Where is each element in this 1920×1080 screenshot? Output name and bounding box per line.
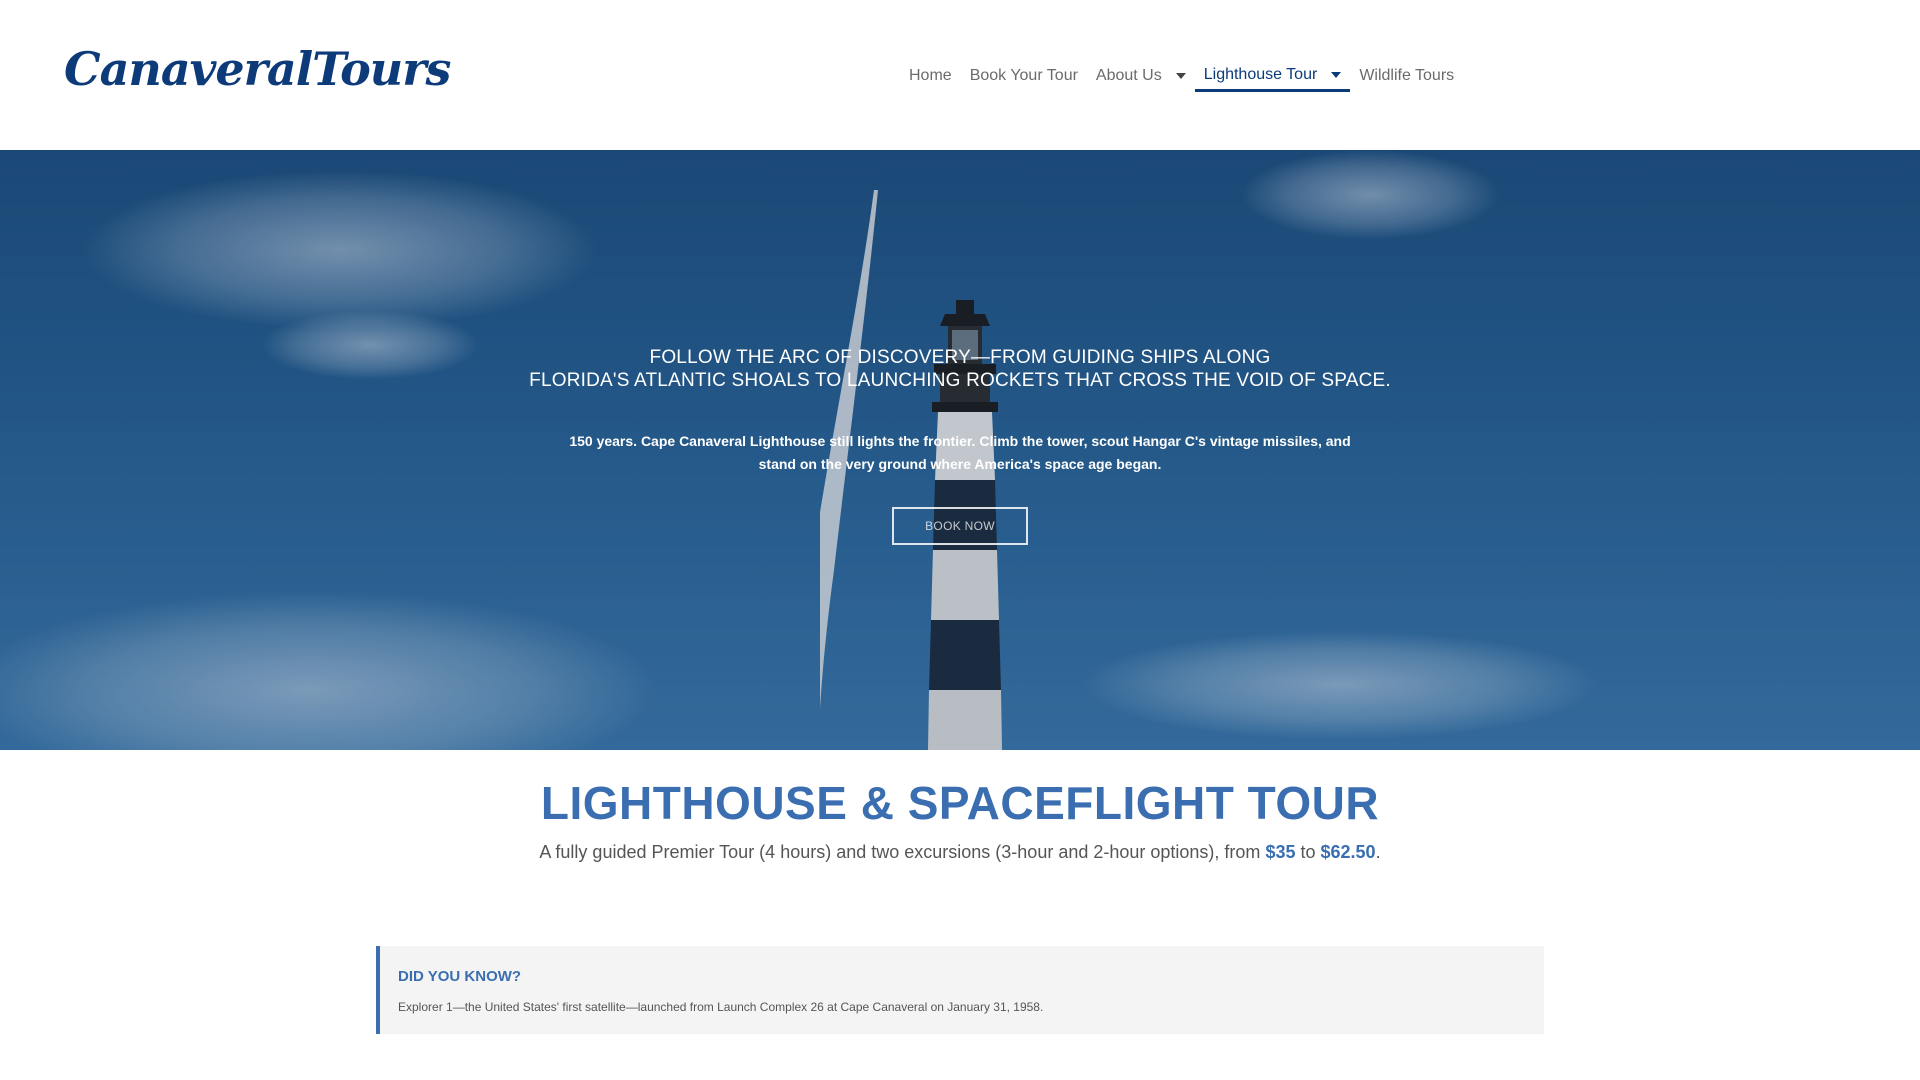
tour-description-mid: to — [1295, 842, 1321, 862]
nav-item-label: Lighthouse Tour — [1203, 65, 1318, 83]
nav-item-about-us[interactable]: About Us — [1087, 60, 1195, 92]
site-header: CanaveralTours Home Book Your Tour About… — [0, 0, 1920, 150]
chevron-down-icon — [1175, 73, 1186, 79]
nav-item-label: About Us — [1095, 67, 1162, 84]
chevron-down-icon — [1331, 71, 1342, 78]
hero-subtext: 150 years. Cape Canaveral Lighthouse sti… — [560, 430, 1360, 476]
nav-item-label: Book Your Tour — [969, 67, 1078, 84]
tour-title: LIGHTHOUSE & SPACEFLIGHT TOUR — [540, 777, 1380, 829]
tour-description-suffix: . — [1375, 842, 1381, 862]
did-you-know-callout: DID YOU KNOW? Explorer 1—the United Stat… — [376, 946, 1544, 1034]
callout-text: Explorer 1—the United States' first sate… — [398, 1000, 1044, 1014]
hero-headline-line: FLORIDA'S ATLANTIC SHOALS TO LAUNCHING R… — [529, 370, 1391, 391]
price-low: $35 — [1265, 842, 1296, 862]
tour-description: A fully guided Premier Tour (4 hours) an… — [0, 842, 1920, 863]
nav-item-label: Wildlife Tours — [1359, 67, 1455, 84]
nav-item-wildlife-tours[interactable]: Wildlife Tours — [1350, 60, 1463, 92]
hero-subtext-line: 150 years. Cape Canaveral Lighthouse sti… — [569, 433, 1351, 449]
callout-title: DID YOU KNOW? — [398, 968, 522, 985]
hero-headline: FOLLOW THE ARC OF DISCOVERY—FROM GUIDING… — [460, 346, 1460, 392]
price-high: $62.50 — [1320, 842, 1376, 862]
nav-item-lighthouse-tour[interactable]: Lighthouse Tour — [1194, 60, 1351, 92]
main-nav: Home Book Your Tour About Us Lighthouse … — [900, 60, 1463, 92]
book-now-button[interactable]: BOOK NOW — [892, 507, 1028, 545]
hero-banner: FOLLOW THE ARC OF DISCOVERY—FROM GUIDING… — [0, 150, 1920, 750]
site-logo[interactable]: CanaveralTours — [64, 42, 451, 96]
nav-item-home[interactable]: Home — [900, 60, 961, 92]
nav-item-book-your-tour[interactable]: Book Your Tour — [961, 60, 1087, 92]
hero-subtext-line: stand on the very ground where America's… — [758, 456, 1162, 472]
tour-description-prefix: A fully guided Premier Tour (4 hours) an… — [539, 842, 1266, 862]
nav-item-label: Home — [909, 67, 952, 84]
hero-headline-line: FOLLOW THE ARC OF DISCOVERY—FROM GUIDING… — [649, 347, 1271, 368]
